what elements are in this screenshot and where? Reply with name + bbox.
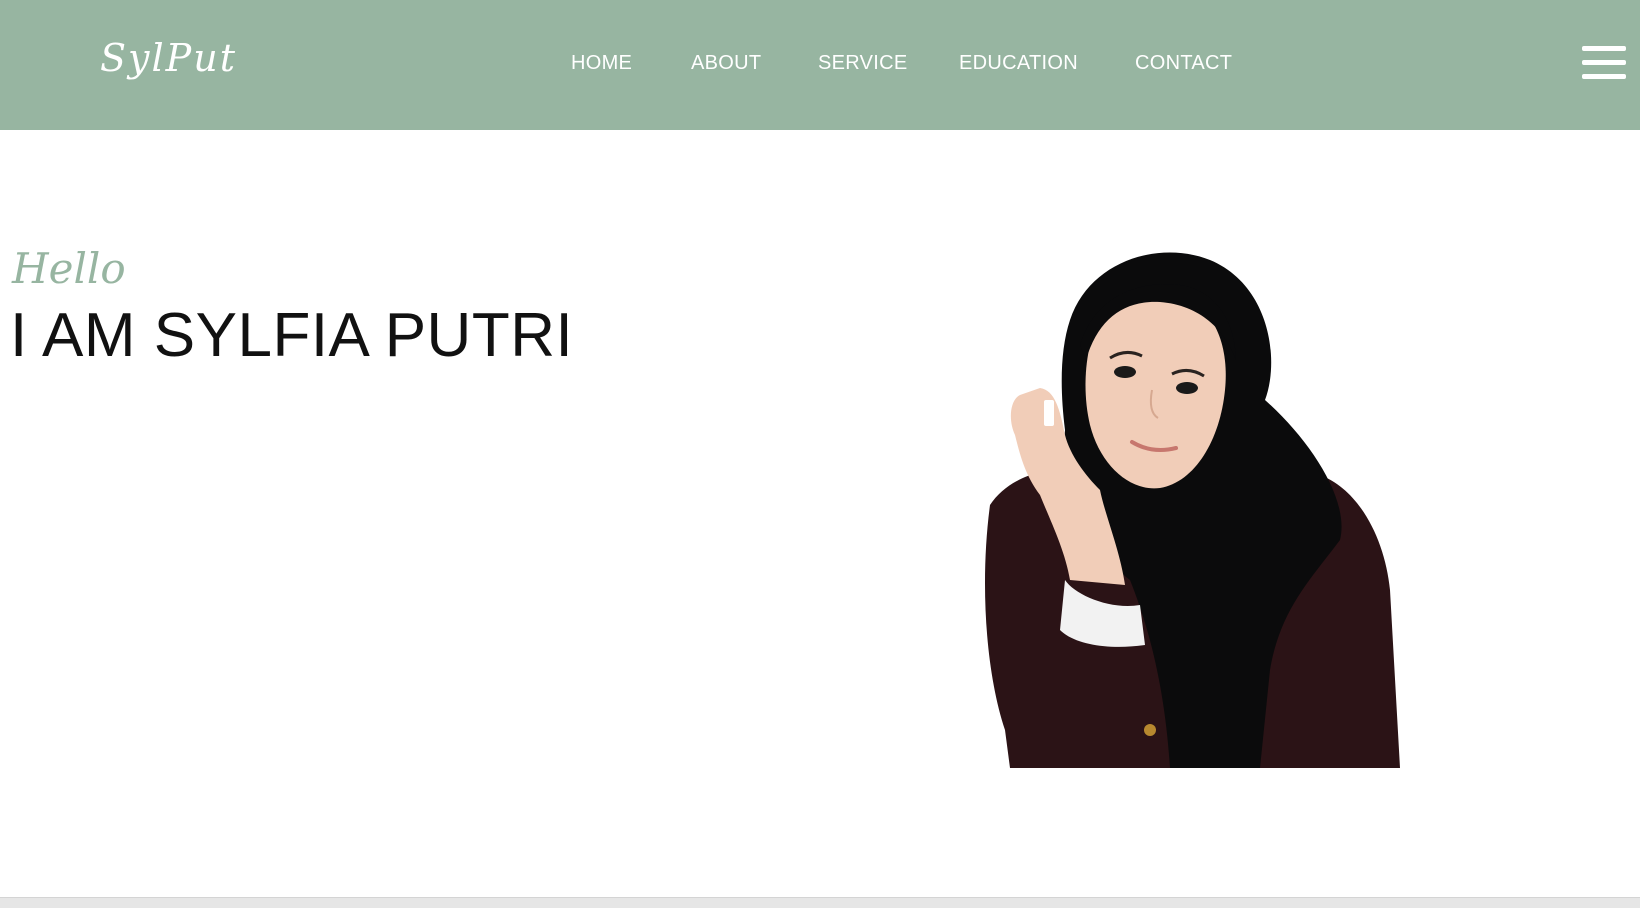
hamburger-line <box>1582 74 1626 79</box>
hero-title: I AM SYLFIA PUTRI <box>10 301 574 370</box>
hamburger-line <box>1582 60 1626 65</box>
nav-link-education[interactable]: EDUCATION <box>959 52 1078 75</box>
hamburger-line <box>1582 46 1626 51</box>
nav-link-home[interactable]: HOME <box>571 52 632 75</box>
portrait-photo <box>985 252 1400 768</box>
main-nav: HOME ABOUT SERVICE EDUCATION CONTACT <box>0 52 1640 82</box>
nav-link-service[interactable]: SERVICE <box>818 52 908 75</box>
hero-greeting: Hello <box>12 244 126 293</box>
hamburger-menu-icon[interactable] <box>1582 46 1626 80</box>
nav-link-contact[interactable]: CONTACT <box>1135 52 1232 75</box>
horizontal-scrollbar[interactable] <box>0 897 1640 908</box>
top-navbar: SylPut HOME ABOUT SERVICE EDUCATION CONT… <box>0 0 1640 130</box>
nav-link-about[interactable]: ABOUT <box>691 52 761 75</box>
